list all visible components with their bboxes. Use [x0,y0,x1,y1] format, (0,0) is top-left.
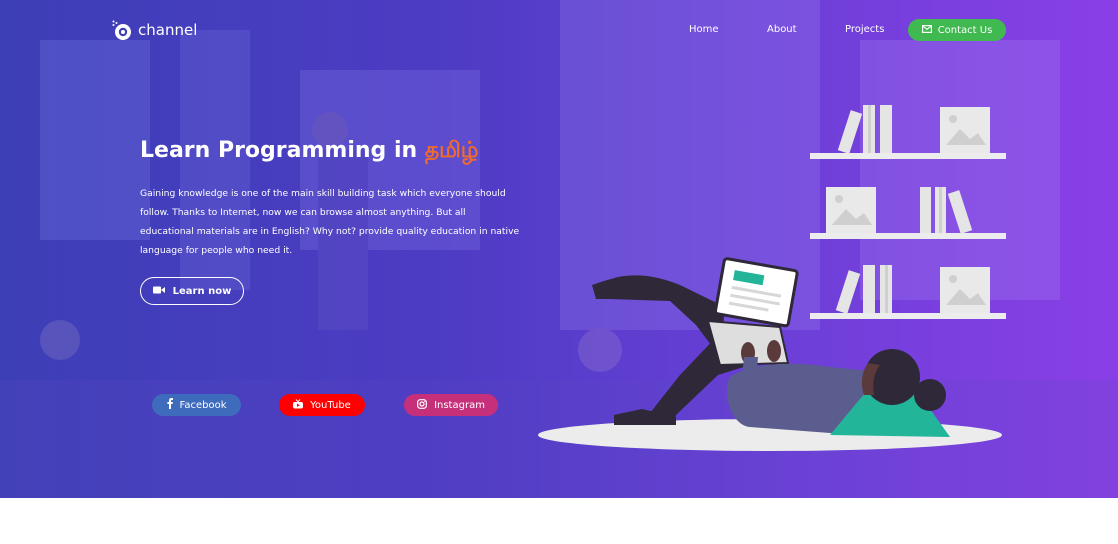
youtube-button[interactable]: YouTube [279,394,365,416]
hero-description: Gaining knowledge is one of the main ski… [140,188,520,256]
reading-person-illustration [538,105,1006,451]
youtube-label: YouTube [310,399,351,411]
youtube-icon [293,398,304,412]
contact-us-button[interactable]: Contact Us [908,19,1006,41]
channel-logo-icon [112,20,132,40]
nav-about[interactable]: About [767,24,797,35]
hero-headline: Learn Programming in தமிழ் [140,138,479,166]
top-navigation: channel Home About Projects Contact Us [0,0,1118,60]
envelope-icon [921,24,932,36]
contact-us-label: Contact Us [937,24,993,36]
learn-now-button[interactable]: Learn now [140,277,244,305]
video-camera-icon [152,286,165,297]
facebook-button[interactable]: Facebook [152,394,241,416]
facebook-icon [166,398,173,412]
instagram-button[interactable]: Instagram [404,394,498,416]
headline-text: Learn Programming in [140,138,425,163]
instagram-icon [417,398,427,412]
nav-projects[interactable]: Projects [845,24,884,35]
learn-now-label: Learn now [172,285,232,297]
nav-home[interactable]: Home [689,24,719,35]
brand-name: channel [138,21,198,39]
instagram-label: Instagram [434,399,485,411]
brand-logo[interactable]: channel [112,20,197,40]
headline-tamil-highlight: தமிழ் [424,138,479,163]
facebook-label: Facebook [179,399,227,411]
hero-section: channel Home About Projects Contact Us L… [0,0,1118,498]
bookshelf-illustration [810,105,1006,319]
